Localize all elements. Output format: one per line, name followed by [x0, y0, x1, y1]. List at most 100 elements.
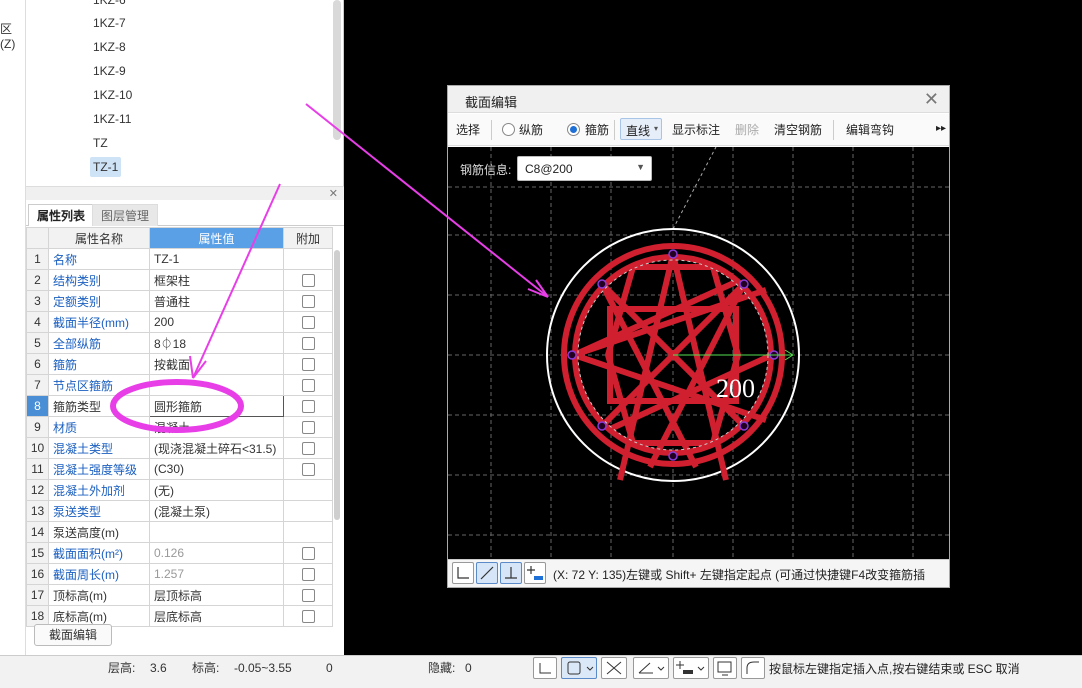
row-index: 6: [26, 353, 49, 375]
table-row[interactable]: 12 混凝土外加剂 (无): [26, 479, 333, 501]
table-row[interactable]: 6 箍筋 按截面: [26, 353, 333, 375]
extra-checkbox[interactable]: [301, 568, 315, 582]
close-icon[interactable]: ✕: [329, 187, 338, 200]
edit-hook-button[interactable]: 编辑弯钩: [846, 122, 894, 138]
rebar-info-value: C8@200: [525, 162, 573, 176]
clear-rebar-button[interactable]: 清空钢筋: [774, 122, 822, 138]
add-point-button[interactable]: [524, 562, 546, 584]
property-name: 泵送类型: [48, 500, 150, 522]
table-row[interactable]: 11 混凝土强度等级 (C30): [26, 458, 333, 480]
table-row[interactable]: 7 节点区箍筋: [26, 374, 333, 396]
table-row[interactable]: 10 混凝土类型 (现浇混凝土碎石<31.5): [26, 437, 333, 459]
extra-checkbox[interactable]: [301, 316, 315, 330]
more-icon[interactable]: ▸▸: [936, 121, 946, 137]
property-value[interactable]: 按截面: [149, 353, 284, 375]
table-row[interactable]: 4 截面半径(mm) 200: [26, 311, 333, 333]
tree-scrollbar[interactable]: [333, 0, 341, 140]
stirrup-radio-label[interactable]: 箍筋: [585, 122, 609, 138]
perpendicular-icon: [505, 567, 517, 579]
display-mode-button[interactable]: [713, 657, 737, 679]
longitudinal-radio[interactable]: [502, 123, 515, 136]
tree-item[interactable]: 1KZ-6: [90, 0, 129, 10]
extra-checkbox[interactable]: [301, 400, 315, 414]
angle-mode-button[interactable]: [633, 657, 669, 679]
show-dimension-button[interactable]: 显示标注: [672, 122, 720, 138]
property-value[interactable]: [149, 521, 284, 543]
stirrup-radio[interactable]: [567, 123, 580, 136]
extra-checkbox[interactable]: [301, 379, 315, 393]
extra-checkbox[interactable]: [301, 337, 315, 351]
table-row[interactable]: 17 顶标高(m) 层顶标高: [26, 584, 333, 606]
extra-checkbox[interactable]: [301, 463, 315, 477]
property-value[interactable]: 200: [149, 311, 284, 333]
column-header-index: [26, 227, 49, 249]
tab-property-list[interactable]: 属性列表: [28, 204, 95, 226]
add-point-mode-button[interactable]: [673, 657, 709, 679]
perpendicular-tool-button[interactable]: [500, 562, 522, 584]
property-value[interactable]: 8⏀18: [149, 332, 284, 354]
tree-item-selected[interactable]: TZ-1: [90, 157, 122, 177]
arc-mode-button[interactable]: [741, 657, 765, 679]
select-tool-button[interactable]: 选择: [456, 122, 480, 138]
orthogonal-mode-button[interactable]: [533, 657, 557, 679]
orthogonal-tool-button[interactable]: [452, 562, 474, 584]
line-mode-dropdown[interactable]: 直线 ▾: [620, 118, 662, 140]
close-icon[interactable]: ✕: [924, 89, 939, 109]
extra-checkbox[interactable]: [301, 442, 315, 456]
property-value[interactable]: TZ-1: [149, 248, 284, 270]
table-row[interactable]: 16 截面周长(m) 1.257: [26, 563, 333, 585]
property-name: 箍筋类型: [48, 395, 150, 417]
extra-checkbox[interactable]: [301, 358, 315, 372]
table-row[interactable]: 1 名称 TZ-1: [26, 248, 333, 270]
line-tool-button[interactable]: [476, 562, 498, 584]
rebar-info-select[interactable]: C8@200 ▼: [517, 156, 652, 181]
cross-mode-button[interactable]: [601, 657, 627, 679]
tree-item[interactable]: 1KZ-8: [90, 37, 129, 57]
table-row[interactable]: 14 泵送高度(m): [26, 521, 333, 543]
table-row[interactable]: 13 泵送类型 (混凝土泵): [26, 500, 333, 522]
section-edit-button[interactable]: 截面编辑: [34, 624, 112, 646]
property-value[interactable]: 混凝土: [149, 416, 284, 438]
row-index: 16: [26, 563, 49, 585]
extra-checkbox[interactable]: [301, 589, 315, 603]
property-value[interactable]: (混凝土泵): [149, 500, 284, 522]
snap-mode-button[interactable]: [561, 657, 597, 679]
longitudinal-radio-label[interactable]: 纵筋: [519, 122, 543, 138]
property-value[interactable]: 1.257: [149, 563, 284, 585]
extra-checkbox[interactable]: [301, 547, 315, 561]
table-row[interactable]: 9 材质 混凝土: [26, 416, 333, 438]
extra-cell: [283, 269, 333, 291]
delete-button[interactable]: 删除: [735, 122, 759, 138]
extra-checkbox[interactable]: [301, 421, 315, 435]
property-value[interactable]: 框架柱: [149, 269, 284, 291]
extra-checkbox[interactable]: [301, 610, 315, 624]
property-value[interactable]: [149, 374, 284, 396]
tree-item[interactable]: TZ: [90, 133, 111, 153]
property-scrollbar[interactable]: [334, 250, 340, 520]
property-value[interactable]: 层顶标高: [149, 584, 284, 606]
section-canvas[interactable]: 200 钢筋信息: C8@200 ▼: [448, 147, 949, 559]
tab-layer-management[interactable]: 图层管理: [92, 204, 159, 226]
hidden-count: 0: [465, 661, 472, 675]
table-row[interactable]: 3 定额类别 普通柱: [26, 290, 333, 312]
property-value[interactable]: (现浇混凝土碎石<31.5): [149, 437, 284, 459]
tree-item[interactable]: 1KZ-10: [90, 85, 135, 105]
table-row[interactable]: 8 箍筋类型 圆形箍筋: [26, 395, 333, 417]
property-value[interactable]: (C30): [149, 458, 284, 480]
property-value[interactable]: 0.126: [149, 542, 284, 564]
property-value[interactable]: 圆形箍筋: [149, 395, 284, 417]
property-name: 截面周长(m): [48, 563, 150, 585]
property-value[interactable]: (无): [149, 479, 284, 501]
table-row[interactable]: 5 全部纵筋 8⏀18: [26, 332, 333, 354]
property-value[interactable]: 层底标高: [149, 605, 284, 627]
table-row[interactable]: 15 截面面积(m²) 0.126: [26, 542, 333, 564]
row-index: 2: [26, 269, 49, 291]
tree-item[interactable]: 1KZ-7: [90, 13, 129, 33]
table-row[interactable]: 2 结构类别 框架柱: [26, 269, 333, 291]
property-value[interactable]: 普通柱: [149, 290, 284, 312]
dialog-title: 截面编辑: [465, 95, 518, 110]
extra-checkbox[interactable]: [301, 295, 315, 309]
tree-item[interactable]: 1KZ-9: [90, 61, 129, 81]
extra-checkbox[interactable]: [301, 274, 315, 288]
tree-item[interactable]: 1KZ-11: [90, 109, 134, 129]
